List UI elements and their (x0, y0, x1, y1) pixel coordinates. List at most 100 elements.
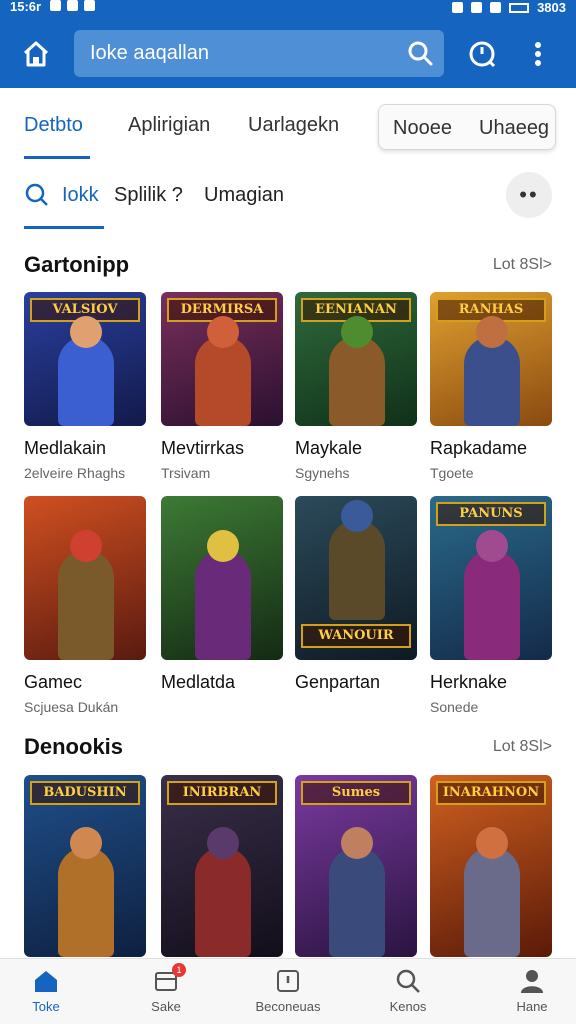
inbox-icon: 1 (152, 963, 186, 995)
nav-item-toke[interactable]: Toke (0, 967, 96, 1014)
signal-icon (67, 0, 78, 11)
active-subtab-indicator (24, 226, 104, 229)
character-head (341, 827, 373, 859)
character-head (476, 316, 508, 348)
nav-label: Hane (516, 999, 548, 1014)
tab-uarlagekn[interactable]: Uarlagekn (248, 114, 339, 137)
tab-nooee[interactable]: Nooee (393, 117, 452, 140)
nav-item-hane[interactable]: Hane (482, 967, 576, 1014)
game-subtitle: Scjuesa Dukán (24, 699, 119, 715)
game-title: Herknake (430, 672, 508, 692)
character-art (58, 847, 114, 957)
battery-icon (509, 2, 530, 13)
app-header: 15:6r 3803 (0, 0, 576, 88)
game-logo: INIRBRAN (167, 781, 277, 805)
nav-item-sake[interactable]: 1 Sake (116, 963, 216, 1014)
character-art (195, 550, 251, 660)
game-card[interactable]: DERMIRSA Mevtirrkas Trsivam (161, 292, 283, 481)
game-thumbnail: EENIANAN (295, 292, 417, 426)
sub-tabs: Iokk Splilik ? Umagian •• (0, 168, 576, 230)
game-thumbnail: RANHAS (430, 292, 552, 426)
section-title: Gartonipp (24, 252, 130, 277)
nav-label: Sake (151, 999, 181, 1014)
game-card[interactable]: EENIANAN Maykale Sgynehs (295, 292, 417, 481)
category-tabs: Detbto Aplirigian Uarlagekn Nooee Uhaeeg (0, 100, 576, 160)
search-icon[interactable] (406, 39, 434, 67)
game-title: Medlakain (24, 438, 107, 458)
character-art (329, 847, 385, 957)
nav-label: Beconeuas (255, 999, 321, 1014)
wifi-icon (490, 2, 502, 13)
home-icon (23, 41, 49, 67)
character-head (476, 827, 508, 859)
nav-item-kenos[interactable]: Kenos (358, 967, 458, 1014)
game-card[interactable]: Medlatda (161, 496, 283, 699)
game-subtitle: Sgynehs (295, 465, 350, 481)
notification-icon (50, 0, 61, 11)
notification-badge: 1 (172, 963, 186, 977)
subtab-splilik[interactable]: Splilik ? (114, 184, 183, 207)
game-thumbnail: Sumes (295, 775, 417, 957)
home-button[interactable] (14, 34, 58, 74)
info-icon (274, 967, 302, 995)
character-art (58, 550, 114, 660)
vibrate-icon (471, 2, 483, 13)
see-all-link[interactable]: Lot 8Sl> (493, 738, 552, 756)
game-thumbnail (161, 496, 283, 660)
nav-label: Kenos (389, 999, 427, 1014)
overflow-menu-button[interactable] (518, 34, 558, 74)
game-card[interactable]: INARAHNON (430, 775, 552, 957)
status-right-icons: 3803 (452, 0, 566, 15)
nav-label: Toke (32, 999, 60, 1014)
game-card[interactable]: VALSIOV Medlakain 2elveire Rhaghs (24, 292, 146, 481)
message-icon (84, 0, 95, 11)
search-bar[interactable] (74, 30, 444, 77)
game-card[interactable]: RANHAS Rapkadame Tgoete (430, 292, 552, 481)
home-icon (32, 967, 60, 995)
status-left-icons (50, 0, 95, 11)
game-thumbnail: DERMIRSA (161, 292, 283, 426)
character-head (476, 530, 508, 562)
game-subtitle: Tgoete (430, 465, 474, 481)
game-logo: PANUNS (436, 502, 546, 526)
game-card[interactable]: BADUSHIN (24, 775, 146, 957)
character-head (70, 316, 102, 348)
tab-uhaeeg[interactable]: Uhaeeg (479, 117, 549, 140)
history-icon (469, 41, 496, 68)
character-art (329, 336, 385, 426)
tab-detbto[interactable]: Detbto (24, 114, 83, 137)
game-thumbnail (24, 496, 146, 660)
game-card[interactable]: INIRBRAN (161, 775, 283, 957)
tab-group-box: Nooee Uhaeeg (378, 104, 556, 150)
game-logo: Sumes (301, 781, 411, 805)
nav-item-beconeuas[interactable]: Beconeuas (238, 967, 338, 1014)
tab-aplirigian[interactable]: Aplirigian (128, 114, 210, 137)
game-card[interactable]: WANOUIR Genpartan (295, 496, 417, 699)
character-head (341, 500, 373, 532)
game-title: Rapkadame (430, 438, 528, 458)
character-art (464, 336, 520, 426)
search-input[interactable] (90, 30, 390, 77)
game-card[interactable]: Gamec Scjuesa Dukán (24, 496, 146, 715)
subtab-umagian[interactable]: Umagian (204, 184, 284, 207)
game-card[interactable]: Sumes (295, 775, 417, 957)
see-all-link[interactable]: Lot 8Sl> (493, 256, 552, 274)
status-bar: 15:6r 3803 (0, 0, 576, 16)
status-time: 15:6r (10, 0, 42, 14)
game-title: Maykale (295, 438, 363, 458)
game-thumbnail: BADUSHIN (24, 775, 146, 957)
subtab-iokk[interactable]: Iokk (62, 184, 99, 207)
game-card[interactable]: PANUNS Herknake Sonede (430, 496, 552, 715)
bottom-navigation: Toke 1 Sake Beconeuas Kenos Hane (0, 958, 576, 1024)
game-thumbnail: INARAHNON (430, 775, 552, 957)
character-head (341, 316, 373, 348)
more-options-button[interactable]: •• (506, 172, 552, 218)
game-logo: INARAHNON (436, 781, 546, 805)
history-button[interactable] (462, 34, 502, 74)
game-thumbnail: WANOUIR (295, 496, 417, 660)
game-title: Genpartan (295, 672, 381, 692)
game-subtitle: Sonede (430, 699, 479, 715)
character-head (207, 827, 239, 859)
search-icon (25, 183, 48, 206)
game-thumbnail: PANUNS (430, 496, 552, 660)
